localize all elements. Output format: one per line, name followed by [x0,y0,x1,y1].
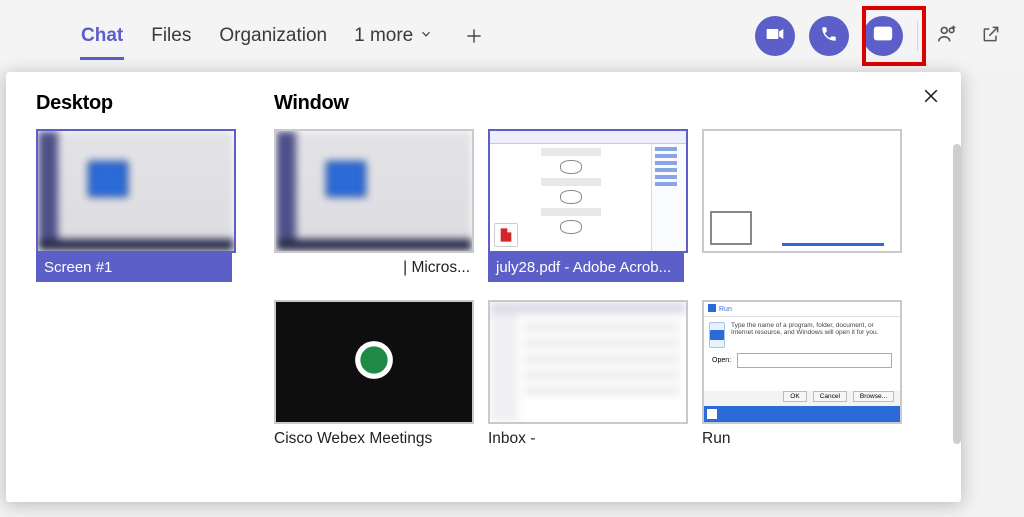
close-panel-button[interactable] [921,86,941,111]
header-actions [755,16,1006,56]
share-tile-label: Run [702,430,898,448]
share-tile-window[interactable] [702,129,898,282]
share-tile-caption: Screen #1 [36,253,232,282]
run-ok-btn: OK [783,391,806,402]
run-dialog-title: Run [719,306,732,313]
chat-tabs: Chat Files Organization 1 more [80,0,489,72]
pop-out-icon [981,24,1001,49]
share-thumbnail [36,129,236,253]
run-cancel-btn: Cancel [813,391,847,402]
share-tile-window[interactable]: Run Type the name of a program, folder, … [702,300,898,448]
chat-header: Chat Files Organization 1 more [0,0,1024,72]
tab-organization[interactable]: Organization [218,0,328,72]
webex-logo-icon [353,339,395,386]
tab-label: Chat [81,25,123,47]
chevron-down-icon [419,25,433,47]
share-tile-label: Inbox - [488,430,684,448]
audio-call-button[interactable] [809,16,849,56]
pop-out-button[interactable] [976,21,1006,51]
tab-chat[interactable]: Chat [80,0,124,72]
video-icon [765,24,785,49]
tab-files[interactable]: Files [150,0,192,72]
run-program-icon [709,322,725,348]
pdf-icon [494,223,518,247]
share-screen-icon [872,23,894,50]
run-open-label: Open: [712,357,731,364]
run-open-input [737,353,892,368]
share-tile-screen1[interactable]: Screen #1 [36,129,232,282]
share-thumbnail [488,129,688,253]
section-heading-desktop: Desktop [36,92,246,115]
window-section: Window | Micros... [274,92,914,448]
share-tile-caption: july28.pdf - Adobe Acrob... [488,253,684,282]
close-icon [921,93,941,110]
share-screen-button[interactable] [863,16,903,56]
video-call-button[interactable] [755,16,795,56]
tab-label: Files [151,25,191,47]
phone-icon [820,25,838,48]
share-thumbnail [702,129,902,253]
add-people-icon [936,23,958,50]
share-thumbnail [488,300,688,424]
share-tile-window[interactable]: Cisco Webex Meetings [274,300,470,448]
divider [917,21,918,51]
more-label: 1 more [354,25,413,47]
share-thumbnail: Run Type the name of a program, folder, … [702,300,902,424]
share-tile-window[interactable]: Inbox - [488,300,684,448]
share-tile-label: | Micros... [274,259,470,277]
share-tile-window[interactable]: july28.pdf - Adobe Acrob... [488,129,684,282]
run-instruction-text: Type the name of a program, folder, docu… [731,322,895,348]
share-thumbnail [274,300,474,424]
panel-scrollbar[interactable] [953,144,961,444]
add-tab-button[interactable] [459,21,489,51]
add-people-button[interactable] [932,21,962,51]
share-content-panel: Desktop Screen #1 Window | Micros... [6,72,961,502]
share-tile-label: Cisco Webex Meetings [274,430,470,448]
desktop-section: Desktop Screen #1 [36,92,246,448]
section-heading-window: Window [274,92,914,115]
run-browse-btn: Browse... [853,391,894,402]
share-thumbnail [274,129,474,253]
run-dialog-icon [708,304,716,314]
share-tile-window[interactable]: | Micros... [274,129,470,282]
tabs-more-dropdown[interactable]: 1 more [354,25,433,47]
tab-label: Organization [219,25,327,47]
